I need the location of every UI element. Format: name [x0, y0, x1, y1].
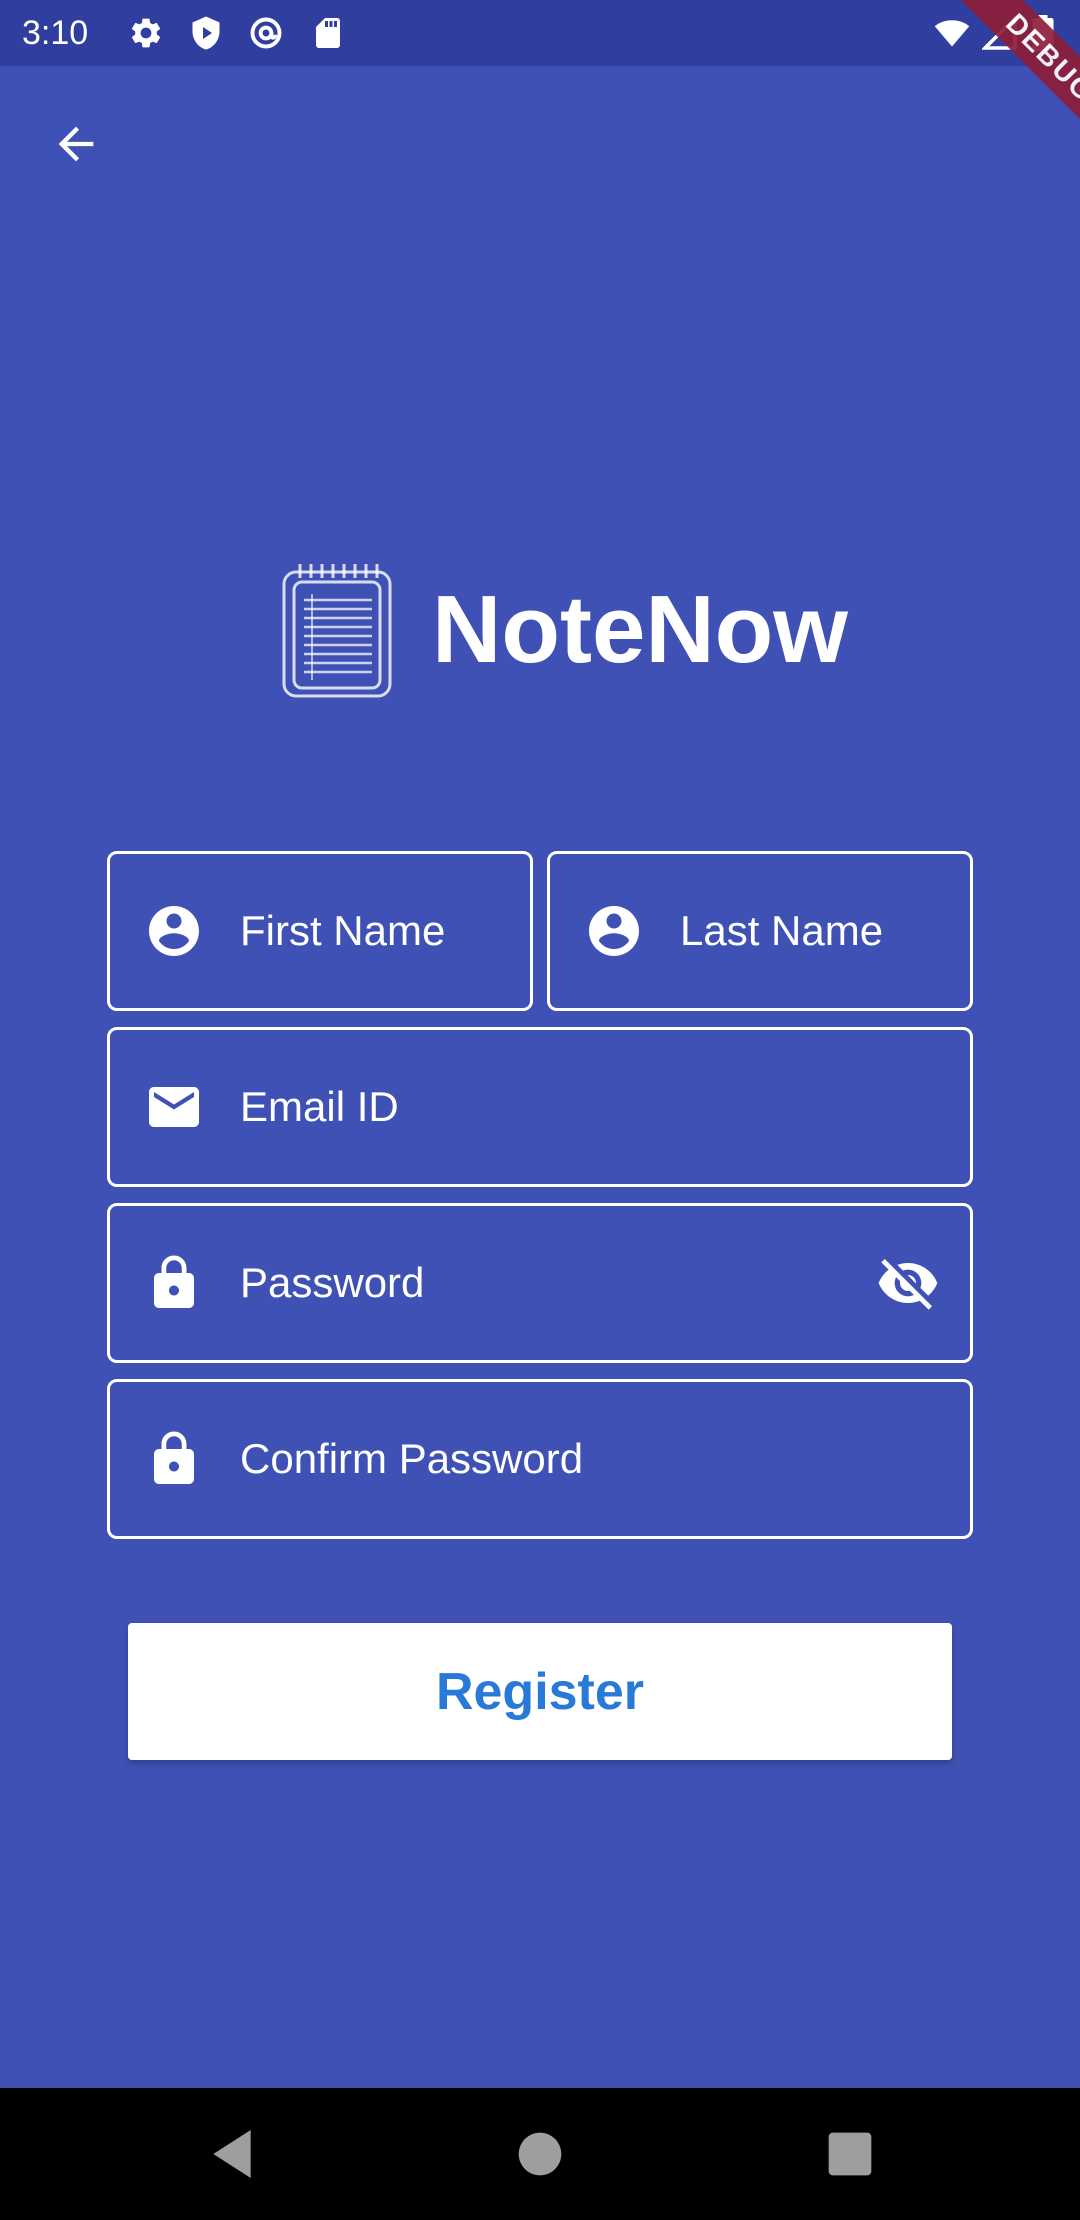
cellular-signal-icon: [982, 15, 1018, 51]
password-input[interactable]: [240, 1206, 860, 1360]
register-button[interactable]: Register: [128, 1623, 952, 1760]
at-sign-icon: [248, 15, 284, 51]
back-triangle-icon[interactable]: [200, 2122, 264, 2186]
wifi-icon: [934, 15, 970, 51]
confirm-password-input[interactable]: [240, 1382, 940, 1536]
lock-icon: [144, 1429, 204, 1489]
recents-square-icon[interactable]: [818, 2122, 882, 2186]
last-name-field[interactable]: [547, 851, 973, 1011]
first-name-field[interactable]: [107, 851, 533, 1011]
sd-card-icon: [310, 15, 346, 51]
account-circle-icon: [584, 901, 644, 961]
first-name-input[interactable]: [240, 854, 500, 1008]
last-name-input[interactable]: [680, 854, 940, 1008]
back-button[interactable]: [40, 108, 112, 180]
mail-icon: [144, 1077, 204, 1137]
settings-icon: [128, 15, 164, 51]
arrow-back-icon: [58, 126, 94, 162]
brand-header: NoteNow: [270, 560, 870, 700]
visibility-off-icon[interactable]: [876, 1251, 940, 1315]
app-name: NoteNow: [432, 576, 848, 683]
confirm-password-field[interactable]: [107, 1379, 973, 1539]
lock-icon: [144, 1253, 204, 1313]
email-input[interactable]: [240, 1030, 940, 1184]
status-bar: 3:10: [0, 0, 1080, 66]
status-time: 3:10: [22, 14, 89, 52]
home-circle-icon[interactable]: [508, 2122, 572, 2186]
email-field[interactable]: [107, 1027, 973, 1187]
battery-icon: [1030, 15, 1056, 51]
system-nav-bar: [0, 2088, 1080, 2220]
play-protect-icon: [188, 15, 224, 51]
notepad-icon: [278, 560, 398, 700]
password-field[interactable]: [107, 1203, 973, 1363]
account-circle-icon: [144, 901, 204, 961]
